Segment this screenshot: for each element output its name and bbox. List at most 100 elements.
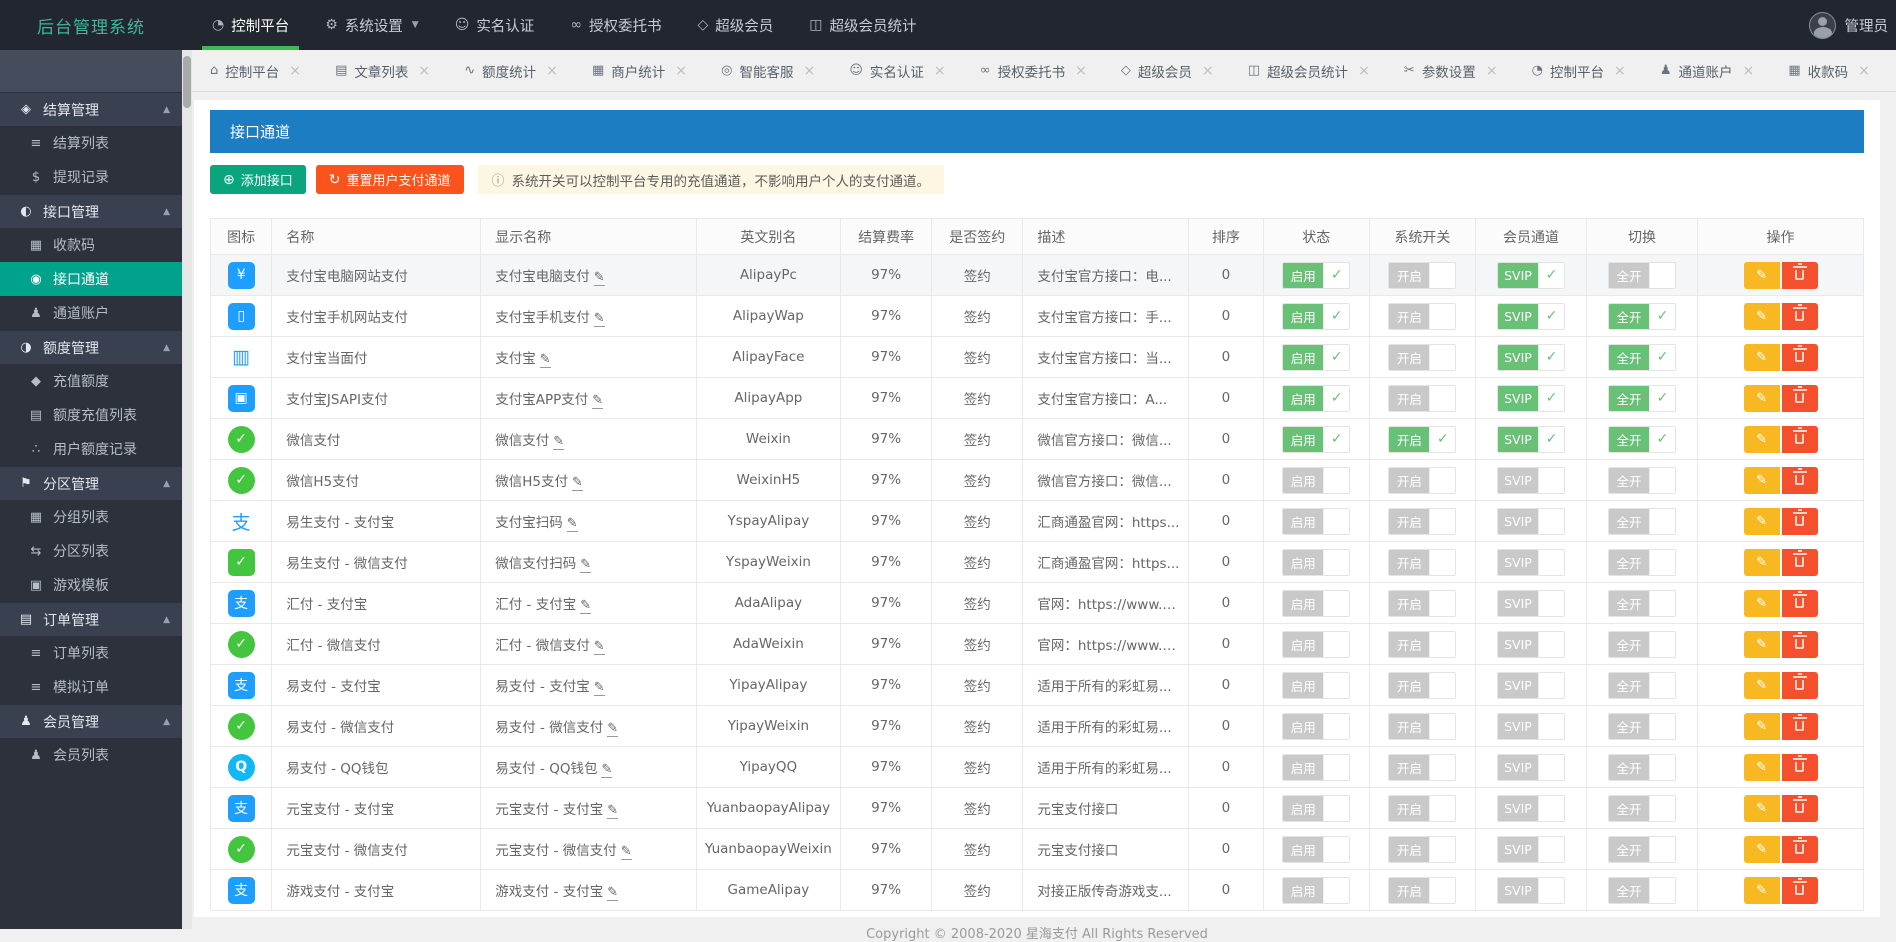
- sidebar-item-充值额度[interactable]: ◆ 充值额度: [0, 364, 182, 398]
- toggle-switch[interactable]: 全开 ✓: [1608, 836, 1676, 863]
- system-switch[interactable]: 开启 ✓: [1388, 467, 1456, 494]
- close-icon[interactable]: ×: [1075, 63, 1087, 79]
- system-switch[interactable]: 开启 ✓: [1388, 590, 1456, 617]
- edit-pencil-icon[interactable]: ✎: [594, 311, 605, 327]
- sidebar-item-游戏模板[interactable]: ▣ 游戏模板: [0, 568, 182, 602]
- svip-switch[interactable]: SVIP ✓: [1497, 262, 1565, 289]
- status-switch[interactable]: 启用 ✓: [1282, 385, 1350, 412]
- close-icon[interactable]: ×: [1858, 63, 1870, 79]
- sidebar-item-结算列表[interactable]: ≡ 结算列表: [0, 126, 182, 160]
- edit-button[interactable]: ✎: [1744, 385, 1780, 412]
- edit-button[interactable]: ✎: [1744, 795, 1780, 822]
- system-switch[interactable]: 开启 ✓: [1388, 262, 1456, 289]
- svip-switch[interactable]: SVIP ✓: [1497, 549, 1565, 576]
- delete-button[interactable]: [1782, 795, 1818, 822]
- edit-button[interactable]: ✎: [1744, 672, 1780, 699]
- sidebar-item-模拟订单[interactable]: ≡ 模拟订单: [0, 670, 182, 704]
- close-icon[interactable]: ×: [289, 63, 301, 79]
- delete-button[interactable]: [1782, 713, 1818, 740]
- status-switch[interactable]: 启用 ✓: [1282, 877, 1350, 904]
- tab-控制平台[interactable]: ◔ 控制平台 ×: [1532, 61, 1626, 81]
- tab-参数设置[interactable]: ✂ 参数设置 ×: [1404, 61, 1498, 81]
- edit-pencil-icon[interactable]: ✎: [540, 352, 551, 368]
- edit-button[interactable]: ✎: [1744, 713, 1780, 740]
- delete-button[interactable]: [1782, 631, 1818, 658]
- edit-pencil-icon[interactable]: ✎: [572, 475, 583, 491]
- svip-switch[interactable]: SVIP ✓: [1497, 877, 1565, 904]
- close-icon[interactable]: ×: [1743, 63, 1755, 79]
- delete-button[interactable]: [1782, 344, 1818, 371]
- sidebar-item-订单列表[interactable]: ≡ 订单列表: [0, 636, 182, 670]
- edit-button[interactable]: ✎: [1744, 344, 1780, 371]
- svip-switch[interactable]: SVIP ✓: [1497, 713, 1565, 740]
- edit-button[interactable]: ✎: [1744, 754, 1780, 781]
- svip-switch[interactable]: SVIP ✓: [1497, 426, 1565, 453]
- status-switch[interactable]: 启用 ✓: [1282, 467, 1350, 494]
- sidebar-item-分区列表[interactable]: ⇆ 分区列表: [0, 534, 182, 568]
- svip-switch[interactable]: SVIP ✓: [1497, 467, 1565, 494]
- close-icon[interactable]: ×: [1486, 63, 1498, 79]
- sidebar-item-通道账户[interactable]: ♟ 通道账户: [0, 296, 182, 330]
- add-interface-button[interactable]: ⊕添加接口: [210, 165, 306, 194]
- edit-pencil-icon[interactable]: ✎: [621, 844, 632, 860]
- delete-button[interactable]: [1782, 467, 1818, 494]
- toggle-switch[interactable]: 全开 ✓: [1608, 262, 1676, 289]
- toggle-switch[interactable]: 全开 ✓: [1608, 426, 1676, 453]
- toggle-switch[interactable]: 全开 ✓: [1608, 672, 1676, 699]
- edit-pencil-icon[interactable]: ✎: [607, 803, 618, 819]
- edit-pencil-icon[interactable]: ✎: [594, 639, 605, 655]
- edit-pencil-icon[interactable]: ✎: [594, 270, 605, 286]
- edit-pencil-icon[interactable]: ✎: [607, 885, 618, 901]
- toggle-switch[interactable]: 全开 ✓: [1608, 713, 1676, 740]
- svip-switch[interactable]: SVIP ✓: [1497, 795, 1565, 822]
- system-switch[interactable]: 开启 ✓: [1388, 672, 1456, 699]
- sidebar-group-接口管理[interactable]: ◐ 接口管理▲: [0, 194, 182, 228]
- toggle-switch[interactable]: 全开 ✓: [1608, 303, 1676, 330]
- sidebar-item-分组列表[interactable]: ▦ 分组列表: [0, 500, 182, 534]
- sidebar-group-结算管理[interactable]: ◈ 结算管理▲: [0, 92, 182, 126]
- edit-button[interactable]: ✎: [1744, 303, 1780, 330]
- svip-switch[interactable]: SVIP ✓: [1497, 303, 1565, 330]
- system-switch[interactable]: 开启 ✓: [1388, 385, 1456, 412]
- svip-switch[interactable]: SVIP ✓: [1497, 631, 1565, 658]
- toggle-switch[interactable]: 全开 ✓: [1608, 795, 1676, 822]
- system-switch[interactable]: 开启 ✓: [1388, 877, 1456, 904]
- edit-button[interactable]: ✎: [1744, 426, 1780, 453]
- edit-button[interactable]: ✎: [1744, 631, 1780, 658]
- edit-pencil-icon[interactable]: ✎: [553, 434, 564, 450]
- system-switch[interactable]: 开启 ✓: [1388, 795, 1456, 822]
- delete-button[interactable]: [1782, 508, 1818, 535]
- tab-超级会员[interactable]: ◇ 超级会员 ×: [1121, 61, 1214, 81]
- system-switch[interactable]: 开启 ✓: [1388, 836, 1456, 863]
- system-switch[interactable]: 开启 ✓: [1388, 549, 1456, 576]
- delete-button[interactable]: [1782, 303, 1818, 330]
- sidebar-group-会员管理[interactable]: ♟ 会员管理▲: [0, 704, 182, 738]
- tab-收款码[interactable]: ▦ 收款码 ×: [1788, 61, 1870, 81]
- status-switch[interactable]: 启用 ✓: [1282, 754, 1350, 781]
- system-switch[interactable]: 开启 ✓: [1388, 713, 1456, 740]
- sidebar-item-接口通道[interactable]: ◉ 接口通道: [0, 262, 182, 296]
- status-switch[interactable]: 启用 ✓: [1282, 836, 1350, 863]
- scrollbar-thumb[interactable]: [183, 56, 191, 108]
- status-switch[interactable]: 启用 ✓: [1282, 713, 1350, 740]
- edit-button[interactable]: ✎: [1744, 590, 1780, 617]
- user-menu[interactable]: 管理员: [1809, 0, 1896, 50]
- svip-switch[interactable]: SVIP ✓: [1497, 672, 1565, 699]
- tab-授权委托书[interactable]: ∞ 授权委托书 ×: [980, 61, 1087, 81]
- delete-button[interactable]: [1782, 836, 1818, 863]
- svip-switch[interactable]: SVIP ✓: [1497, 385, 1565, 412]
- nav-item-超级会员统计[interactable]: ◫超级会员统计: [791, 0, 934, 50]
- system-switch[interactable]: 开启 ✓: [1388, 631, 1456, 658]
- svip-switch[interactable]: SVIP ✓: [1497, 754, 1565, 781]
- toggle-switch[interactable]: 全开 ✓: [1608, 754, 1676, 781]
- delete-button[interactable]: [1782, 385, 1818, 412]
- edit-pencil-icon[interactable]: ✎: [580, 557, 591, 573]
- sidebar-item-用户额度记录[interactable]: ∴ 用户额度记录: [0, 432, 182, 466]
- reset-user-channel-button[interactable]: ↻重置用户支付通道: [316, 165, 464, 194]
- tab-智能客服[interactable]: ◎ 智能客服 ×: [721, 61, 815, 81]
- system-switch[interactable]: 开启 ✓: [1388, 303, 1456, 330]
- close-icon[interactable]: ×: [675, 63, 687, 79]
- toggle-switch[interactable]: 全开 ✓: [1608, 549, 1676, 576]
- toggle-switch[interactable]: 全开 ✓: [1608, 877, 1676, 904]
- toggle-switch[interactable]: 全开 ✓: [1608, 344, 1676, 371]
